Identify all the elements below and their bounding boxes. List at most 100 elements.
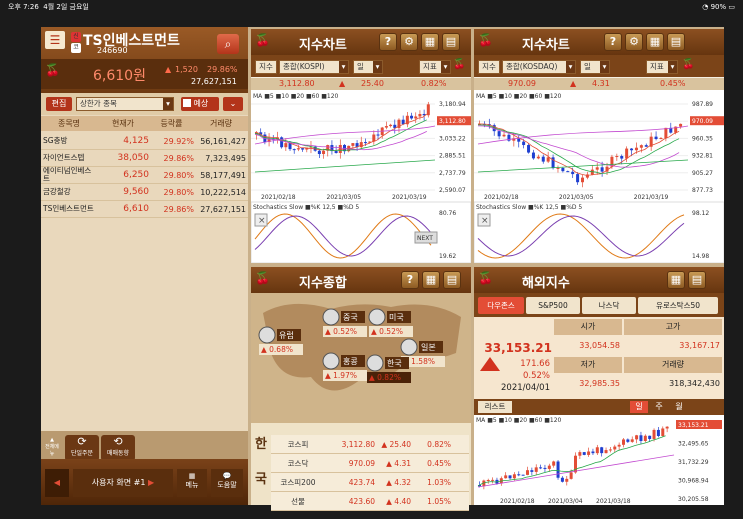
chart-tools-icon[interactable]: ▤ [443,271,461,289]
item-name: 에이티넘인베스트 [43,166,92,183]
badge-new: 신 [71,32,81,42]
list-item[interactable]: SG충방 4,125 29.92% 56,161,427 [41,133,248,150]
back-arrow-icon[interactable]: ◀ [45,469,69,497]
user-screen-button[interactable]: 사용자 화면 #1 ▶ [73,469,173,497]
candle [530,470,534,472]
overseas-value: 33,153.21 [484,341,552,355]
kosdaq-chart[interactable]: MA ■5 ■10 ■20 ■60 ■120 987.89 970.09 960.35… [474,90,724,263]
menu-grid-icon: ▦ [188,472,196,480]
help-icon[interactable]: ? [401,271,419,289]
menu-icon[interactable]: ☰ [45,31,65,49]
list-item[interactable]: 금강철강 9,560 29.80% 10,222,514 [41,184,248,201]
ma-legend: MA ■5 ■10 ■20 ■60 ■120 [253,93,339,100]
tab-eurostoxx[interactable]: 유로스탁스50 [638,296,718,314]
period-select[interactable]: 일 ▾ [580,60,610,74]
chevron-down-icon: ▾ [373,61,382,73]
tab-index[interactable]: 지수 [478,60,500,74]
list-item[interactable]: TS인베스트먼트 6,610 29.86% 27,627,151 [41,201,248,218]
candle [639,435,643,441]
tab-dow[interactable]: 다우존스 [478,296,524,314]
market-label: 종합(KOSDAQ) [506,62,558,71]
grid-icon[interactable]: ▦ [667,271,685,289]
gear-icon[interactable]: ⚙ [400,33,418,51]
candle [384,126,388,128]
single-order-button[interactable]: ⟳ 단일주문 [65,435,99,461]
help-label: 도움말 [217,481,237,489]
kospi-quote-bar: 3,112.80 ▲ 25.40 0.82% [251,78,471,90]
region-flag-icon [400,338,418,356]
low-label: 저가 [554,357,622,373]
indicator-select[interactable]: 지표 ▾ [646,60,678,74]
tab-index[interactable]: 지수 [255,60,277,74]
stock-header: ☰ 신 코 TS인베스트먼트 246690 ⌕ 🍒 6,610원 ▲ 1,520… [41,27,248,93]
item-name: 자이언트스텝 [43,153,85,162]
col-rate[interactable]: 등락률 [149,118,194,129]
market-select[interactable]: 종합(KOSDAQ) ▾ [502,60,576,74]
candle [591,451,595,454]
chart-tools-icon[interactable]: ▤ [442,33,460,51]
candle [620,156,624,159]
panel-title: 지수차트 [522,38,570,53]
summary-row[interactable]: 코스피200 423.74 ▲ 4.32 1.03% [271,473,469,492]
period-select[interactable]: 일 ▾ [353,60,383,74]
candle [615,156,619,158]
grid-icon[interactable]: ▦ [646,33,664,51]
cherry-icon[interactable]: 🍒 [682,59,696,75]
help-icon[interactable]: ? [604,33,622,51]
summary-row[interactable]: 코스피 3,112.80 ▲ 25.40 0.82% [271,435,469,454]
kospi-chart[interactable]: MA ■5 ■10 ■20 ■60 ■120 3,180.94 3,112.80 3,… [251,90,471,263]
grid-icon[interactable]: ▦ [421,33,439,51]
candle [376,134,380,136]
search-icon[interactable]: ⌕ [217,34,239,54]
region-flag-icon [322,352,340,370]
help-button[interactable]: 💬 도움말 [211,469,243,497]
region-rate: ▲ 0.52% [371,327,403,336]
filter-select[interactable]: 상한가 종목 ▾ [76,97,174,111]
col-price[interactable]: 현재가 [97,118,149,129]
cherry-icon: 🍒 [45,63,60,77]
candle [630,148,634,151]
vol-value: 318,342,430 [669,379,720,388]
chart-tools-icon[interactable]: ▤ [667,33,685,51]
candle [426,104,430,116]
trade-trend-button[interactable]: ⟲ 매매동향 [101,435,135,461]
x-tick-label: 2021/03/04 [548,498,583,505]
cherry-icon[interactable]: 🍒 [453,59,467,75]
grid-icon[interactable]: ▦ [422,271,440,289]
list-item[interactable]: 에이티넘인베스트 6,250 29.80% 58,177,491 [41,167,248,184]
list-item[interactable]: 자이언트스텝 38,050 29.86% 7,323,495 [41,150,248,167]
candle [595,447,599,454]
region-rate: ▲ 1.97% [325,371,357,380]
market-select[interactable]: 종합(KOSPI) ▾ [279,60,349,74]
tab-nasdaq[interactable]: 나스닥 [582,296,636,314]
cherry-icon: 🍒 [255,271,270,285]
period-day[interactable]: 일 [630,401,648,413]
summary-row[interactable]: 코스닥 970.09 ▲ 4.31 0.45% [271,454,469,473]
stoch-legend: Stochastics Slow ■%K 12,5 ■%D 5 [253,204,359,211]
list-button[interactable]: 리스트 [478,401,512,413]
indicator-select[interactable]: 지표 ▾ [419,60,451,74]
candle [582,452,586,455]
forecast-toggle[interactable]: 예상 [181,97,219,111]
gear-icon[interactable]: ⚙ [625,33,643,51]
overseas-chart[interactable]: MA ■5 ■10 ■20 ■60 ■120 33,153.21 32,495.65… [474,415,724,505]
col-volume[interactable]: 거래량 [194,118,248,129]
x-tick-label: 2021/02/18 [500,498,535,505]
tab-sp500[interactable]: S&P500 [526,296,580,314]
chevron-down-icon: ▾ [339,61,348,73]
summary-row[interactable]: 선물 423.60 ▲ 4.40 1.05% [271,492,469,511]
all-menu-button[interactable]: ▲ 전체메뉴 [45,437,59,459]
summary-value: 970.09 [348,458,375,468]
stock-price: 6,610원 [93,68,146,84]
edit-button[interactable]: 편집 [46,97,72,111]
period-week[interactable]: 주 [650,401,668,413]
period-month[interactable]: 월 [670,401,688,413]
chart-tools-icon[interactable]: ▤ [688,271,706,289]
menu-button[interactable]: ▦ 메뉴 [177,469,207,497]
help-icon[interactable]: ? [379,33,397,51]
col-name[interactable]: 종목명 [41,118,97,129]
y-tick-label: 30,205.58 [678,496,709,503]
candle [644,145,648,147]
x-tick-label: 2021/03/05 [327,194,362,201]
expand-icon[interactable]: ⌄ [223,97,243,111]
